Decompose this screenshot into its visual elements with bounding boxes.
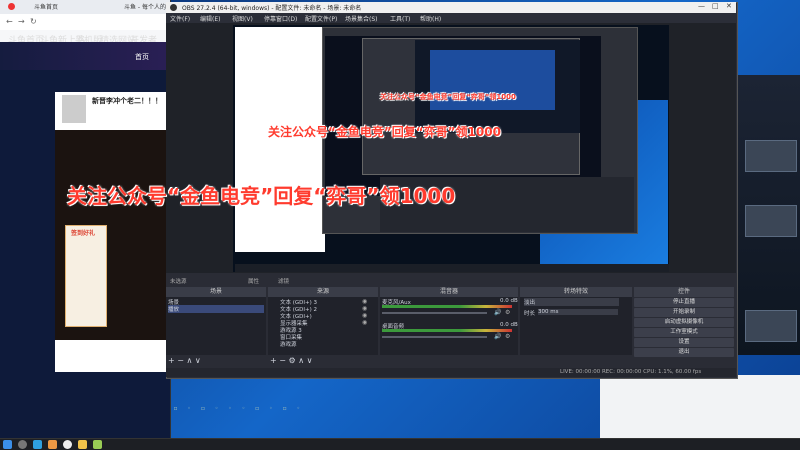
overlay-text-medium: 关注公众号“金鱼电竞”回复“弈哥”领1000 <box>268 125 501 139</box>
address-bar[interactable] <box>0 14 170 31</box>
signin-title: 签到好礼 <box>71 230 96 237</box>
volume-slider[interactable] <box>382 312 487 314</box>
eye-icon[interactable]: ◉ <box>362 298 367 305</box>
speaker-icon[interactable]: 🔊 <box>494 309 501 316</box>
studio-mode-button[interactable]: 工作室模式 <box>634 328 734 337</box>
app-icon[interactable] <box>93 440 102 449</box>
preview-taskbar-capture <box>235 264 669 272</box>
controls-dock-title: 控件 <box>634 287 734 297</box>
speaker-icon[interactable]: 🔊 <box>494 333 501 340</box>
menu-scene-collection[interactable]: 场景集合(S) <box>345 14 378 23</box>
mixer-channel-db: 0.0 dB <box>500 322 518 328</box>
search-icon[interactable] <box>18 440 27 449</box>
menu-docks[interactable]: 停靠窗口(D) <box>264 14 297 23</box>
menu-help[interactable]: 帮助(H) <box>420 14 441 23</box>
settings-button[interactable]: 设置 <box>634 338 734 347</box>
exit-button[interactable]: 退出 <box>634 348 734 357</box>
blank-window-area <box>600 375 800 438</box>
scene-item-selected[interactable]: 播放 <box>168 305 264 313</box>
wallpaper-decoration: ◦ ▫ ◦ ▫ ◦ ◦ ◦ ▫ ◦ ▫ ◦ <box>160 405 305 412</box>
eye-icon[interactable]: ◉ <box>362 305 367 312</box>
streamer-name: 新晋李冲个老二！！！ <box>92 97 162 105</box>
mixer-channel-db: 0.0 dB <box>500 298 518 304</box>
menu-file[interactable]: 文件(F) <box>170 14 190 23</box>
explorer-icon[interactable] <box>78 440 87 449</box>
taskbar <box>0 438 800 450</box>
minimize-icon[interactable]: — <box>698 2 705 10</box>
browser-tab[interactable]: 斗鱼首页 <box>20 2 109 14</box>
scene-toolbar[interactable]: + − ∧ ∨ <box>168 356 201 365</box>
back-icon[interactable]: ← <box>6 17 13 26</box>
refresh-icon[interactable]: ↻ <box>30 17 37 26</box>
no-source-label: 未选源 <box>170 279 187 285</box>
obs-title: OBS 27.2.4 (64-bit, windows) - 配置文件: 未命名… <box>182 5 362 12</box>
windows-icon[interactable] <box>3 440 12 449</box>
forward-icon[interactable]: → <box>18 17 25 26</box>
duration-input[interactable]: 300 ms <box>538 309 618 315</box>
nav-home-link[interactable]: 首页 <box>135 52 149 62</box>
virtual-camera-button[interactable]: 启动虚拟摄像机 <box>634 318 734 327</box>
overlay-text-small: 关注公众号“金鱼电竞”回复“弈哥”领1000 <box>380 93 516 101</box>
properties-button[interactable]: 属性 <box>248 277 259 285</box>
gear-icon[interactable]: ⚙ <box>505 309 510 316</box>
source-item[interactable]: 游戏源 <box>280 340 297 348</box>
mixer-dock-title: 混音器 <box>380 287 518 297</box>
menu-edit[interactable]: 编辑(E) <box>200 14 220 23</box>
maximize-icon[interactable]: □ <box>712 2 719 10</box>
menu-profile[interactable]: 配置文件(P) <box>305 14 337 23</box>
filters-button[interactable]: 滤镜 <box>278 277 289 285</box>
duration-label: 时长 <box>524 311 536 317</box>
stop-streaming-button[interactable]: 停止直播 <box>634 298 734 307</box>
scenes-dock-title: 场景 <box>166 287 266 297</box>
gear-icon[interactable]: ⚙ <box>505 333 510 340</box>
sources-dock-title: 来源 <box>268 287 378 297</box>
stream-status: LIVE: 00:00:00 REC: 00:00:00 CPU: 1.1%, … <box>560 369 702 375</box>
volume-slider[interactable] <box>382 336 487 338</box>
eye-icon[interactable]: ◉ <box>362 312 367 319</box>
source-toolbar[interactable]: + − ⚙ ∧ ∨ <box>270 356 312 365</box>
edge-icon[interactable] <box>33 440 42 449</box>
obs-icon[interactable] <box>63 440 72 449</box>
start-recording-button[interactable]: 开始录制 <box>634 308 734 317</box>
streamer-avatar[interactable] <box>62 95 86 123</box>
transition-select[interactable]: 淡出 <box>524 298 619 306</box>
obs-icon <box>170 4 177 11</box>
menu-view[interactable]: 视图(V) <box>232 14 253 23</box>
douyu-icon <box>8 3 15 10</box>
game-tile[interactable] <box>745 205 797 237</box>
audio-meter <box>382 329 512 332</box>
chrome-icon[interactable] <box>48 440 57 449</box>
close-icon[interactable]: ✕ <box>726 2 732 10</box>
overlay-text-large[interactable]: 关注公众号“金鱼电竞”回复“弈哥”领1000 <box>67 180 455 209</box>
signin-gift-panel[interactable] <box>65 225 107 327</box>
menu-tools[interactable]: 工具(T) <box>390 14 410 23</box>
transitions-dock-title: 转场特效 <box>520 287 632 297</box>
game-tile[interactable] <box>745 140 797 172</box>
eye-icon[interactable]: ◉ <box>362 319 367 326</box>
game-tile[interactable] <box>745 310 797 342</box>
audio-meter <box>382 305 512 308</box>
